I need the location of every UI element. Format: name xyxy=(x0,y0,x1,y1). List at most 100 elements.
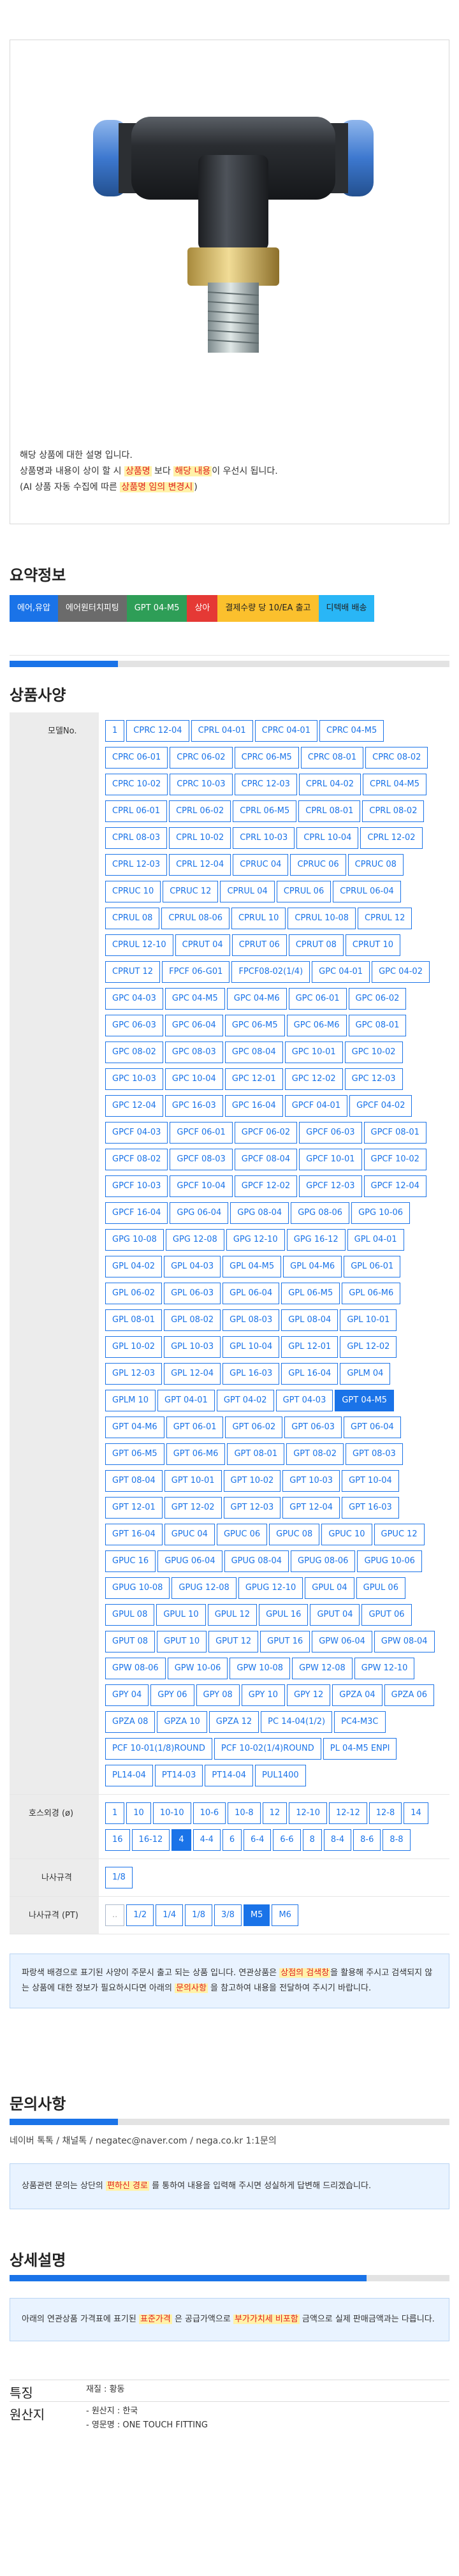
model-option-button[interactable]: GPL 04-03 xyxy=(164,1256,221,1277)
model-option-button[interactable]: GPCF 08-03 xyxy=(170,1149,233,1170)
model-option-button[interactable]: GPCF 04-02 xyxy=(349,1095,412,1117)
model-option-button[interactable]: GPG 12-08 xyxy=(165,1229,224,1251)
model-option-button[interactable]: GPT 12-04 xyxy=(282,1497,340,1519)
model-option-button[interactable]: GPUG 08-04 xyxy=(224,1550,289,1572)
model-option-button[interactable]: CPRL 04-M5 xyxy=(363,774,427,795)
hose-option-button[interactable]: 16-12 xyxy=(131,1829,170,1851)
model-option-button[interactable]: GPC 12-02 xyxy=(284,1068,343,1090)
model-option-button[interactable]: GPUC 06 xyxy=(216,1524,268,1545)
hose-option-button[interactable]: 8-8 xyxy=(382,1829,411,1851)
model-option-button[interactable]: GPL 04-02 xyxy=(105,1256,163,1277)
model-option-button[interactable]: GPT 08-02 xyxy=(286,1443,344,1465)
hose-option-button[interactable]: 10 xyxy=(126,1802,151,1824)
hose-option-button[interactable]: 6 xyxy=(222,1829,242,1851)
model-option-button[interactable]: GPG 08-04 xyxy=(230,1202,289,1224)
model-option-button[interactable]: GPUT 12 xyxy=(208,1631,259,1652)
model-option-button[interactable]: GPZA 06 xyxy=(384,1684,435,1706)
model-option-button[interactable]: CPRC 06-02 xyxy=(170,747,233,769)
model-option-button[interactable]: CPRUC 04 xyxy=(233,854,289,876)
model-option-button[interactable]: GPC 10-04 xyxy=(164,1068,223,1090)
model-option-button[interactable]: GPL 04-M5 xyxy=(222,1256,282,1277)
model-option-button[interactable]: GPC 16-04 xyxy=(224,1095,283,1117)
model-option-button[interactable]: GPLM 04 xyxy=(340,1363,391,1385)
model-option-button[interactable]: GPUC 04 xyxy=(164,1524,215,1545)
model-option-button[interactable]: GPW 08-04 xyxy=(374,1631,435,1652)
thread-pt-option-button[interactable]: M5 xyxy=(243,1904,270,1926)
model-option-button[interactable]: GPUT 06 xyxy=(361,1604,412,1626)
model-option-button[interactable]: GPT 04-02 xyxy=(216,1390,274,1411)
model-option-button[interactable]: GPUT 16 xyxy=(260,1631,310,1652)
hose-option-button[interactable]: 6-6 xyxy=(273,1829,301,1851)
model-option-button[interactable]: GPC 04-02 xyxy=(372,961,430,983)
model-option-button[interactable]: GPZA 08 xyxy=(105,1711,156,1733)
model-option-button[interactable]: GPT 06-02 xyxy=(225,1417,283,1438)
model-option-button[interactable]: GPUC 08 xyxy=(269,1524,320,1545)
hose-option-button[interactable]: 8 xyxy=(302,1829,322,1851)
model-option-button[interactable]: GPC 08-03 xyxy=(164,1041,223,1063)
model-option-button[interactable]: CPRL 08-01 xyxy=(298,800,361,822)
model-option-button[interactable]: GPW 10-08 xyxy=(229,1658,291,1679)
model-option-button[interactable]: GPL 10-03 xyxy=(164,1336,221,1358)
model-option-button[interactable]: GPT 08-01 xyxy=(227,1443,285,1465)
model-option-button[interactable]: CPRL 10-02 xyxy=(169,827,231,849)
model-option-button[interactable]: GPG 16-12 xyxy=(286,1229,346,1251)
model-option-button[interactable]: CPRL 12-04 xyxy=(169,854,231,876)
model-option-button[interactable]: CPRUT 12 xyxy=(105,961,161,983)
hose-option-button[interactable]: 6-4 xyxy=(244,1829,272,1851)
model-option-button[interactable]: CPRL 06-02 xyxy=(169,800,231,822)
model-option-button[interactable]: CPRUL 08-06 xyxy=(161,908,230,929)
model-option-button[interactable]: CPRC 04-M5 xyxy=(319,720,384,742)
model-option-button[interactable]: GPUC 16 xyxy=(105,1550,156,1572)
model-option-button[interactable]: GPG 06-04 xyxy=(170,1202,229,1224)
model-option-button[interactable]: GPT 08-04 xyxy=(105,1470,163,1492)
model-option-button[interactable]: GPT 10-02 xyxy=(223,1470,281,1492)
model-option-button[interactable]: GPC 16-03 xyxy=(164,1095,223,1117)
model-option-button[interactable]: GPG 10-06 xyxy=(351,1202,410,1224)
model-option-button[interactable]: CPRUL 10-08 xyxy=(288,908,356,929)
model-option-button[interactable]: CPRL 08-03 xyxy=(105,827,168,849)
hose-option-button[interactable]: 10-10 xyxy=(152,1802,191,1824)
model-option-button[interactable]: GPY 06 xyxy=(150,1684,194,1706)
model-option-button[interactable]: GPC 06-01 xyxy=(288,988,347,1010)
model-option-button[interactable]: GPLM 10 xyxy=(105,1390,156,1411)
model-option-button[interactable]: GPC 12-03 xyxy=(344,1068,403,1090)
model-option-button[interactable]: GPCF 08-02 xyxy=(105,1149,168,1170)
thread-pt-option-button[interactable]: .. xyxy=(105,1904,125,1926)
model-option-button[interactable]: 1 xyxy=(105,720,125,742)
inquiry-links[interactable]: 네이버 톡톡 / 채널톡 / negatec@naver.com / nega.… xyxy=(10,2134,449,2147)
model-option-button[interactable]: GPUG 12-10 xyxy=(238,1577,303,1599)
model-option-button[interactable]: CPRC 10-03 xyxy=(170,774,233,795)
hose-option-button[interactable]: 12-10 xyxy=(289,1802,327,1824)
model-option-button[interactable]: GPT 08-03 xyxy=(345,1443,403,1465)
model-option-button[interactable]: GPL 06-03 xyxy=(164,1283,221,1304)
model-option-button[interactable]: GPUG 06-04 xyxy=(157,1550,222,1572)
model-option-button[interactable]: GPY 10 xyxy=(241,1684,285,1706)
model-option-button[interactable]: GPUG 10-06 xyxy=(357,1550,422,1572)
model-option-button[interactable]: PCF 10-02(1/4)ROUND xyxy=(214,1738,321,1760)
model-option-button[interactable]: CPRL 08-02 xyxy=(362,800,425,822)
model-option-button[interactable]: GPCF 10-04 xyxy=(170,1175,233,1197)
model-option-button[interactable]: GPW 06-04 xyxy=(312,1631,372,1652)
model-option-button[interactable]: CPRC 10-02 xyxy=(105,774,168,795)
model-option-button[interactable]: GPC 06-03 xyxy=(105,1015,163,1036)
model-option-button[interactable]: GPC 10-02 xyxy=(344,1041,403,1063)
model-option-button[interactable]: CPRL 06-M5 xyxy=(233,800,297,822)
model-option-button[interactable]: GPL 04-M6 xyxy=(283,1256,342,1277)
thread-pt-option-button[interactable]: 1/8 xyxy=(185,1904,213,1926)
hose-option-button[interactable]: 8-4 xyxy=(323,1829,352,1851)
thread-option-button[interactable]: 1/8 xyxy=(105,1867,133,1888)
model-option-button[interactable]: GPC 06-M6 xyxy=(286,1015,347,1036)
model-option-button[interactable]: GPL 10-01 xyxy=(340,1309,397,1331)
model-option-button[interactable]: CPRUL 06 xyxy=(276,881,332,902)
model-option-button[interactable]: GPUL 16 xyxy=(259,1604,309,1626)
model-option-button[interactable]: GPL 06-01 xyxy=(344,1256,401,1277)
model-option-button[interactable]: GPUG 12-08 xyxy=(171,1577,237,1599)
model-option-button[interactable]: GPUL 04 xyxy=(305,1577,354,1599)
model-option-button[interactable]: PL14-04 xyxy=(105,1765,153,1786)
model-option-button[interactable]: GPL 12-04 xyxy=(164,1363,221,1385)
hose-option-button[interactable]: 10-6 xyxy=(193,1802,226,1824)
model-option-button[interactable]: GPUL 10 xyxy=(156,1604,206,1626)
model-option-button[interactable]: GPT 10-03 xyxy=(282,1470,340,1492)
model-option-button[interactable]: GPT 06-03 xyxy=(284,1417,342,1438)
hose-option-button[interactable]: 10-8 xyxy=(228,1802,261,1824)
